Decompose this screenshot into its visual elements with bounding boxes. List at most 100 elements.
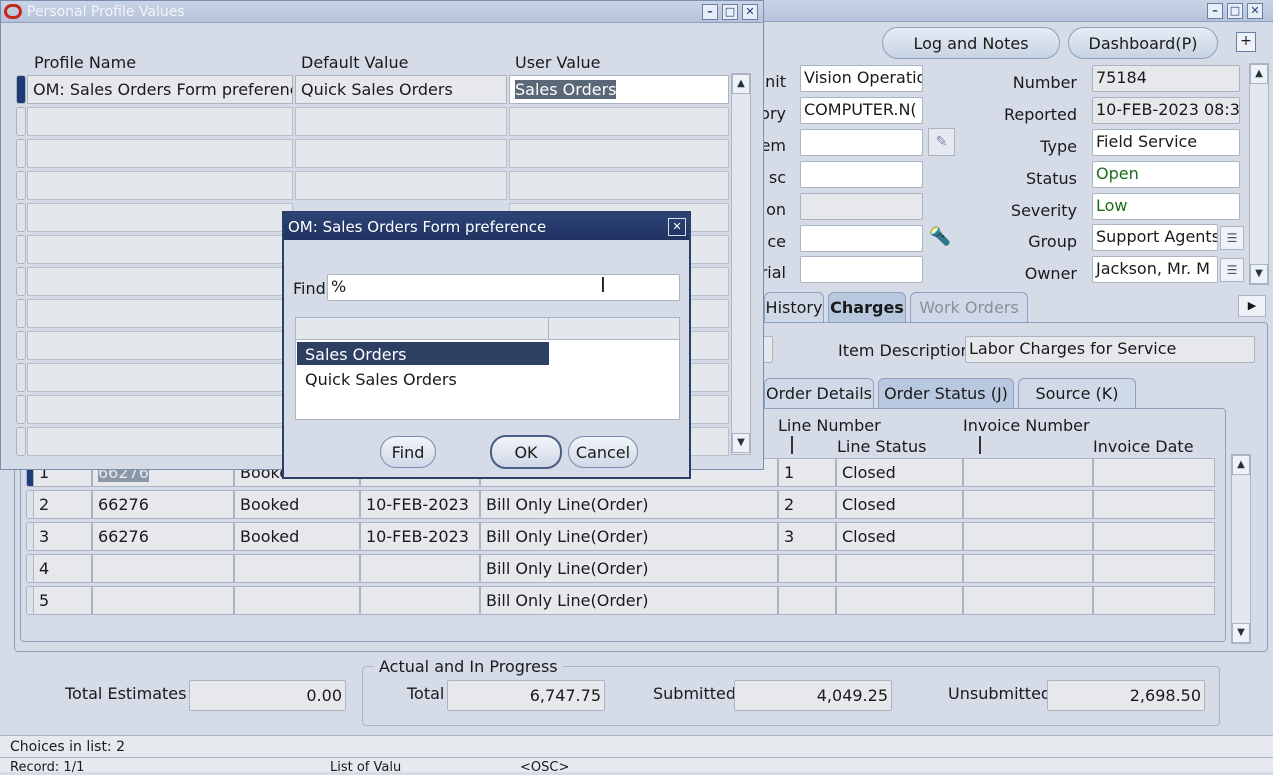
empty-cell[interactable] — [27, 107, 293, 136]
invoice-number-cell[interactable] — [963, 490, 1093, 519]
row-marker[interactable] — [16, 299, 26, 328]
line-number-cell[interactable] — [778, 554, 836, 583]
empty-cell[interactable] — [27, 235, 293, 264]
close-icon[interactable]: ✕ — [742, 4, 758, 20]
dashboard-tab[interactable]: Dashboard(P) — [1068, 27, 1218, 59]
serial-field[interactable] — [800, 256, 923, 283]
row-marker[interactable] — [16, 363, 26, 392]
order-number-cell[interactable]: 66276 — [92, 490, 234, 519]
plus-box-icon[interactable]: + — [1236, 32, 1256, 52]
order-status-cell[interactable] — [234, 554, 360, 583]
unsubmitted-field[interactable]: 2,698.50 — [1047, 680, 1205, 711]
item-field[interactable] — [800, 129, 923, 156]
close-icon[interactable]: ✕ — [1247, 3, 1263, 19]
lov-option-sales-orders[interactable]: Sales Orders — [297, 342, 549, 365]
line-number-cell[interactable]: 2 — [778, 490, 836, 519]
tab-charges[interactable]: Charges — [828, 292, 906, 322]
row-marker[interactable] — [16, 395, 26, 424]
row-marker[interactable] — [16, 75, 26, 104]
maximize-icon[interactable]: □ — [1227, 3, 1243, 19]
tabs-next-icon[interactable]: ▶ — [1238, 295, 1266, 317]
empty-cell[interactable] — [27, 363, 293, 392]
row-marker[interactable] — [16, 139, 26, 168]
order-number-cell[interactable]: 66276 — [92, 522, 234, 551]
find-input[interactable]: % — [327, 274, 680, 301]
reported-field[interactable]: 10-FEB-2023 08:35 — [1092, 97, 1240, 124]
owner-field[interactable]: Jackson, Mr. M — [1092, 256, 1218, 283]
order-date-cell[interactable] — [360, 586, 480, 615]
tab-history[interactable]: History — [764, 292, 824, 322]
line-number-cell[interactable]: 1 — [778, 458, 836, 487]
line-status-cell[interactable]: Closed — [836, 458, 963, 487]
line-status-cell[interactable] — [836, 554, 963, 583]
invoice-date-cell[interactable] — [1093, 586, 1215, 615]
default-value-cell[interactable]: Quick Sales Orders — [295, 75, 507, 104]
edit-note-icon[interactable]: ✎ — [928, 128, 955, 156]
grid-scroll-up-icon[interactable]: ▲ — [1232, 455, 1250, 475]
minimize-icon[interactable]: – — [1207, 3, 1223, 19]
order-date-cell[interactable] — [360, 554, 480, 583]
profile-scroll-down-icon[interactable]: ▼ — [732, 433, 750, 453]
total-estimates-field[interactable]: 0.00 — [189, 680, 346, 711]
order-date-cell[interactable]: 10-FEB-2023 — [360, 522, 480, 551]
total-field[interactable]: 6,747.75 — [447, 680, 605, 711]
line-number-cell[interactable]: 3 — [778, 522, 836, 551]
cancel-button[interactable]: Cancel — [568, 436, 638, 468]
row-marker[interactable] — [16, 331, 26, 360]
profile-scrollbar[interactable] — [731, 73, 751, 455]
close-icon[interactable]: ✕ — [668, 218, 686, 236]
header-scrollbar[interactable] — [1249, 63, 1269, 285]
row-marker[interactable] — [16, 267, 26, 296]
order-number-cell[interactable] — [92, 554, 234, 583]
order-number-cell[interactable] — [92, 586, 234, 615]
severity-field[interactable]: Low — [1092, 193, 1240, 220]
line-status-cell[interactable]: Closed — [836, 490, 963, 519]
scroll-up-icon[interactable]: ▲ — [1250, 64, 1268, 84]
description-field[interactable] — [800, 161, 923, 188]
invoice-date-cell[interactable] — [1093, 522, 1215, 551]
empty-cell[interactable] — [27, 427, 293, 456]
empty-cell[interactable] — [295, 171, 507, 200]
order-status-cell[interactable]: Booked — [234, 490, 360, 519]
line-number-cell[interactable] — [778, 586, 836, 615]
line-type-cell[interactable]: Bill Only Line(Order) — [480, 490, 778, 519]
empty-cell[interactable] — [509, 139, 729, 168]
empty-cell[interactable] — [27, 331, 293, 360]
invoice-date-cell[interactable] — [1093, 554, 1215, 583]
scroll-down-icon[interactable]: ▼ — [1250, 264, 1268, 284]
line-type-cell[interactable]: Bill Only Line(Order) — [480, 554, 778, 583]
tab-work-orders[interactable]: Work Orders — [910, 292, 1028, 322]
ok-button[interactable]: OK — [490, 435, 562, 469]
order-date-cell[interactable]: 10-FEB-2023 — [360, 490, 480, 519]
line-type-cell[interactable]: Bill Only Line(Order) — [480, 586, 778, 615]
line-status-cell[interactable] — [836, 586, 963, 615]
empty-cell[interactable] — [27, 267, 293, 296]
empty-cell[interactable] — [509, 171, 729, 200]
row-num[interactable]: 2 — [33, 490, 92, 519]
invoice-number-cell[interactable] — [963, 522, 1093, 551]
order-status-cell[interactable]: Booked — [234, 522, 360, 551]
log-and-notes-tab[interactable]: Log and Notes — [882, 27, 1060, 59]
empty-cell[interactable] — [295, 139, 507, 168]
row-marker[interactable] — [16, 171, 26, 200]
profile-name-cell[interactable]: OM: Sales Orders Form preferenc — [27, 75, 293, 104]
grid-scrollbar[interactable] — [1231, 454, 1251, 644]
empty-cell[interactable] — [295, 107, 507, 136]
instance-field[interactable] — [800, 225, 923, 252]
invoice-date-cell[interactable] — [1093, 458, 1215, 487]
profile-scroll-up-icon[interactable]: ▲ — [732, 74, 750, 94]
invoice-number-cell[interactable] — [963, 554, 1093, 583]
flashlight-icon[interactable]: 🔦 — [926, 223, 954, 251]
owner-lov-icon[interactable]: ☰ — [1220, 258, 1244, 282]
invoice-number-cell[interactable] — [963, 458, 1093, 487]
empty-cell[interactable] — [509, 107, 729, 136]
version-field[interactable] — [800, 193, 923, 220]
group-lov-icon[interactable]: ☰ — [1220, 226, 1244, 250]
find-button[interactable]: Find — [380, 436, 436, 468]
subtab-source[interactable]: Source (K) — [1018, 378, 1136, 408]
submitted-field[interactable]: 4,049.25 — [734, 680, 892, 711]
operating-unit-field[interactable]: Vision Operatio — [800, 65, 923, 92]
item-description-field[interactable]: Labor Charges for Service — [965, 336, 1255, 363]
empty-cell[interactable] — [27, 395, 293, 424]
row-marker[interactable] — [16, 235, 26, 264]
